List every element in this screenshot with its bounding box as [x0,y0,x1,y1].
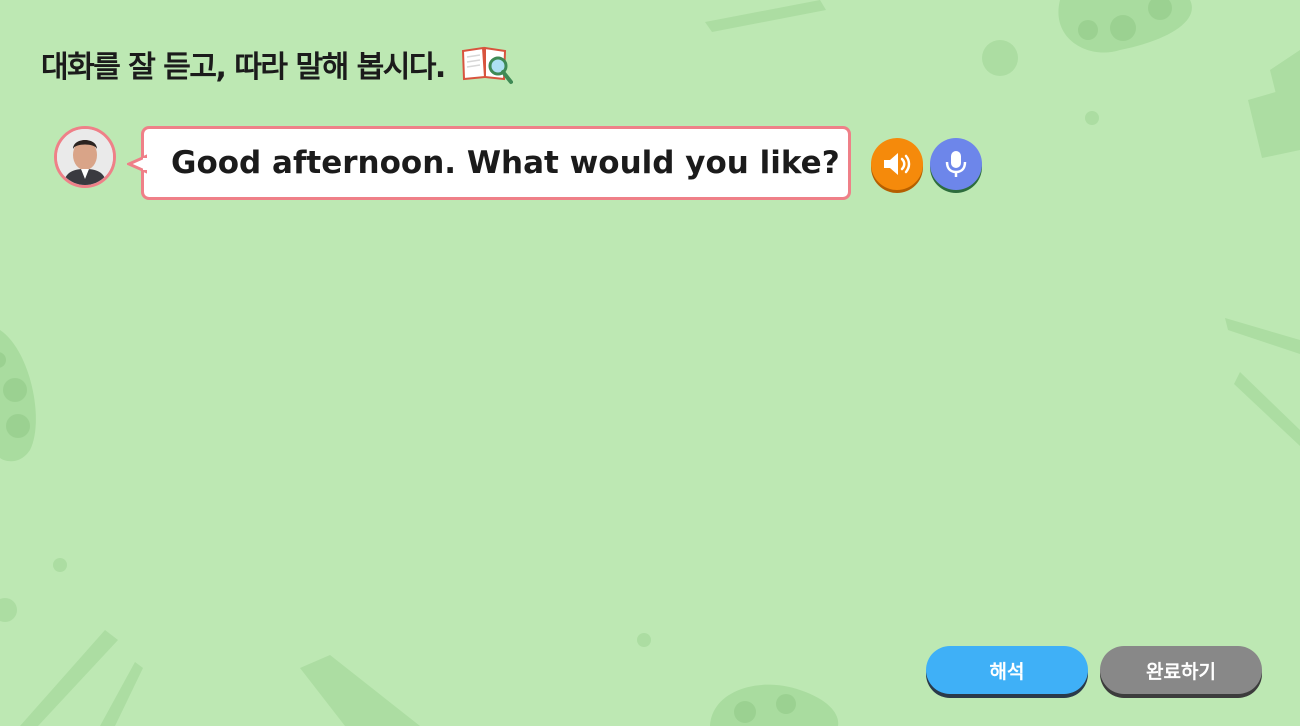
paint-tube-decoration [1248,50,1300,158]
palette-decoration-top [1058,0,1192,53]
tube-decoration-bottom [300,655,420,726]
record-voice-button[interactable] [930,138,982,190]
palette-decoration-bottom [710,684,839,726]
instruction-title: 대화를 잘 듣고, 따라 말해 봅시다. [41,42,513,86]
crayon-decoration-bottom-left [20,630,143,726]
book-magnifier-icon [461,43,513,85]
palette-decoration-left [0,330,36,462]
speaker-icon [884,153,911,175]
crayon-decoration-top [705,0,826,32]
dialogue-bubble: Good afternoon. What would you like? [127,126,851,200]
microphone-icon [945,151,967,177]
background-decoration [0,0,1300,726]
dialogue-line: Good afternoon. What would you like? [171,145,840,181]
complete-button[interactable]: 완료하기 [1100,646,1262,694]
bubble-tail [127,154,147,174]
play-audio-button[interactable] [871,138,923,190]
translate-button[interactable]: 해석 [926,646,1088,694]
crayon-decoration-right [1225,318,1300,446]
speaker-avatar [54,126,116,188]
instruction-text: 대화를 잘 듣고, 따라 말해 봅시다. [41,50,446,85]
teacher-avatar [57,129,113,185]
